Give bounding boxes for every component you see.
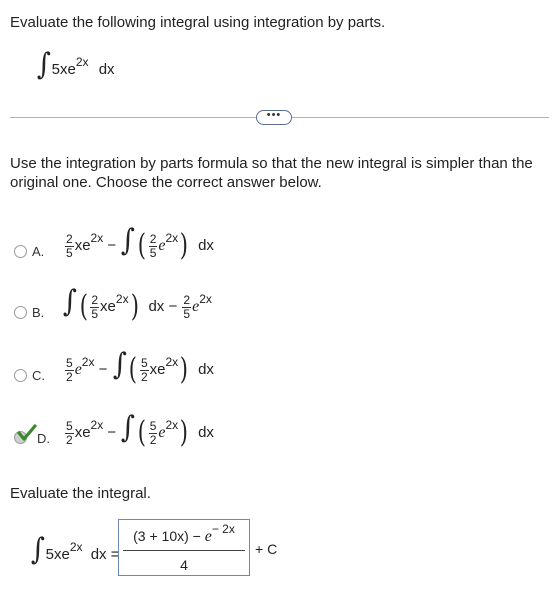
answer-input-box[interactable]: (3 + 10x) − e− 2x 4: [118, 519, 250, 576]
radio-option-a[interactable]: [14, 245, 27, 258]
option-c-expression[interactable]: 5 2 e2x − ∫(5 2 xe2x) dx: [64, 350, 214, 385]
option-d-expression[interactable]: 5 2 xe2x − ∫(5 2 e2x) dx: [64, 413, 214, 448]
fraction: 52: [139, 355, 149, 384]
answer-numerator: (3 + 10x) − e− 2x: [133, 522, 235, 545]
fraction-bar: [123, 550, 245, 551]
integral-dx: dx: [98, 61, 115, 78]
fraction: 25: [90, 292, 100, 321]
evaluate-text: Evaluate the integral.: [10, 485, 151, 502]
fraction: 25: [148, 231, 158, 260]
fraction: 52: [148, 418, 158, 447]
fraction: 52: [65, 355, 74, 384]
term-xe: xe: [74, 237, 91, 254]
integral-sign: ∫: [30, 532, 45, 567]
radio-option-b[interactable]: [14, 306, 27, 319]
option-b-letter: B.: [32, 305, 45, 320]
fraction: 25: [65, 231, 74, 260]
integral-sign: ∫: [121, 410, 136, 445]
checkmark-icon: [17, 424, 37, 441]
more-options-button[interactable]: •••: [256, 110, 292, 125]
integral-sign: ∫: [36, 47, 51, 82]
instruction-text: Evaluate the following integral using in…: [10, 14, 386, 31]
integral-sign: ∫: [112, 347, 127, 382]
fraction: 52: [65, 418, 74, 447]
question-text: Use the integration by parts formula so …: [10, 155, 533, 191]
integral-exponent: 2x: [75, 55, 89, 69]
fraction: 25: [182, 292, 192, 321]
option-a-letter: A.: [32, 244, 45, 259]
integral-sign: ∫: [62, 284, 77, 319]
option-d-letter: D.: [37, 431, 50, 446]
option-a-expression[interactable]: 2 5 xe2x − ∫(2 5 e2x) dx: [64, 226, 214, 261]
plus-c-text: + C: [255, 541, 278, 557]
given-integral: ∫5xe2x dx: [36, 50, 115, 80]
radio-option-c[interactable]: [14, 369, 27, 382]
option-c-letter: C.: [32, 368, 45, 383]
integral-coef: 5xe: [51, 61, 76, 78]
option-b-expression[interactable]: ∫(2 5 xe2x) dx − 2 5 e2x: [62, 287, 212, 322]
answer-denominator: 4: [180, 557, 188, 573]
integral-sign: ∫: [121, 223, 136, 258]
evaluate-lhs: ∫5xe2x dx =: [30, 532, 120, 567]
